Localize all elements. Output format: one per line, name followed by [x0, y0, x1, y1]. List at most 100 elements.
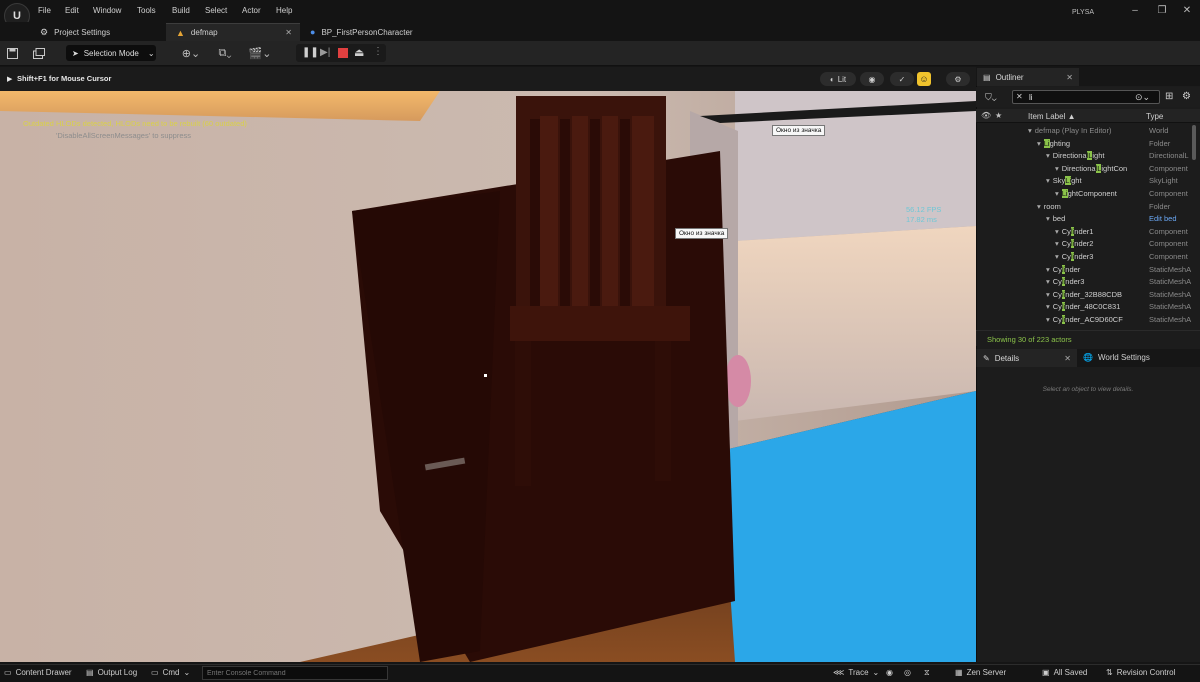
- outliner-row[interactable]: ▾ Cylinder_32B88CDB StaticMeshA: [978, 289, 1192, 302]
- content-drawer-button[interactable]: ▭ Content Drawer: [4, 668, 72, 677]
- menu-file[interactable]: File: [38, 6, 51, 15]
- pause-icon[interactable]: ❚❚: [302, 47, 319, 58]
- tree-node-icon: ▾: [1055, 163, 1059, 173]
- menu-window[interactable]: Window: [93, 6, 121, 15]
- tab-bp-firstpersoncharacter[interactable]: ● BP_FirstPersonCharacter: [300, 23, 460, 41]
- save-icon[interactable]: [5, 46, 19, 60]
- outliner-row[interactable]: ▾ defmap (Play In Editor) World: [978, 125, 1192, 138]
- add-content-icon[interactable]: ⊕⌄: [180, 46, 202, 60]
- tab-project-settings[interactable]: ⚙ Project Settings: [30, 23, 164, 41]
- visibility-column-icon[interactable]: 👁: [981, 111, 991, 120]
- outliner-row[interactable]: ▾ bed Edit bed: [978, 213, 1192, 226]
- viewport-settings-dropdown[interactable]: ⚙: [946, 72, 970, 86]
- eject-icon[interactable]: ⏏: [354, 46, 364, 59]
- lit-icon: ◐: [829, 74, 835, 84]
- row-label: ▾ Cylinder3: [1055, 252, 1093, 261]
- column-type[interactable]: Type: [1146, 112, 1163, 121]
- cmd-dropdown[interactable]: ▭ Cmd ⌄: [151, 668, 190, 677]
- more-icon[interactable]: ⋮: [373, 46, 383, 57]
- zen-server-button[interactable]: ▦ Zen Server: [955, 668, 1006, 677]
- outliner-row[interactable]: ▾ Cylinder_AC9D60CF StaticMeshA: [978, 314, 1192, 327]
- preview-icon[interactable]: ☺: [917, 72, 931, 86]
- add-folder-icon[interactable]: ⊞: [1165, 91, 1173, 102]
- step-icon[interactable]: ▶|: [320, 47, 330, 58]
- search-options-icon[interactable]: ⊙⌄: [1135, 92, 1150, 103]
- revision-control-button[interactable]: ⇅ Revision Control: [1106, 668, 1175, 677]
- row-type: Folder: [1149, 201, 1171, 211]
- menu-edit[interactable]: Edit: [65, 6, 79, 15]
- tree-node-icon: ▾: [1046, 264, 1050, 274]
- console-command-input[interactable]: [202, 666, 388, 680]
- frame-time-value: 17.82 ms: [906, 215, 937, 224]
- outliner-row[interactable]: ▾ Cylinder3 StaticMeshA: [978, 276, 1192, 289]
- row-type[interactable]: Edit bed: [1149, 214, 1192, 223]
- outliner-row[interactable]: ▾ SkyLight SkyLight: [978, 175, 1192, 188]
- menu-build[interactable]: Build: [172, 6, 190, 15]
- menu-actor[interactable]: Actor: [242, 6, 261, 15]
- hourglass-icon[interactable]: ⧖: [924, 668, 930, 678]
- menu-help[interactable]: Help: [276, 6, 292, 15]
- row-label: ▾ Cylinder1: [1055, 226, 1094, 236]
- outliner-row[interactable]: ▾ Cylinder3 Component: [978, 251, 1192, 264]
- restore-icon[interactable]: ❐: [1155, 4, 1169, 18]
- blueprints-icon[interactable]: ⧉⌄: [213, 46, 237, 60]
- outliner-row[interactable]: ▾ DirectionalLightCon Component: [978, 163, 1192, 176]
- show-flags-dropdown[interactable]: ◉: [860, 72, 884, 86]
- tooltip: Окно из значка: [675, 228, 729, 239]
- gear-icon: ⚙: [954, 74, 962, 84]
- row-label: ▾ Cylinder_AC9D60CF: [1046, 315, 1123, 324]
- all-saved-button[interactable]: ▣ All Saved: [1042, 668, 1087, 677]
- tab-world-settings[interactable]: 🌐 World Settings: [1083, 353, 1150, 362]
- tab-defmap[interactable]: ▲ defmap ✕: [166, 23, 300, 41]
- output-log-button[interactable]: ▤ Output Log: [86, 668, 137, 677]
- row-label-text: Sky: [1052, 176, 1066, 186]
- minimize-icon[interactable]: –: [1128, 4, 1142, 18]
- row-label: ▾ SkyLight: [1046, 176, 1082, 186]
- tab-label: defmap: [190, 28, 218, 37]
- outliner-row[interactable]: ▾ Cylinder_48C0C831 StaticMeshA: [978, 301, 1192, 314]
- outliner-row[interactable]: ▾ Cylinder StaticMeshA: [978, 264, 1192, 277]
- outliner-row[interactable]: ▾ Lighting Folder: [978, 138, 1192, 151]
- outliner-row[interactable]: ▾ DirectionalLight DirectionalL: [978, 150, 1192, 163]
- level-viewport[interactable]: [0, 91, 976, 662]
- cinematics-icon[interactable]: 🎬⌄: [248, 46, 272, 60]
- selection-mode-dropdown[interactable]: ➤ Selection Mode ⌄: [66, 45, 156, 61]
- menu-tools[interactable]: Tools: [137, 6, 156, 15]
- column-item-label[interactable]: Item Label ▲: [1028, 112, 1076, 121]
- outliner-row[interactable]: ▾ room Folder: [978, 201, 1192, 214]
- browse-icon[interactable]: [32, 46, 46, 60]
- row-label: ▾ DirectionalLight: [1046, 151, 1104, 161]
- pin-column-icon[interactable]: ★: [995, 111, 1002, 120]
- view-mode-label: Lit: [837, 74, 847, 84]
- pencil-icon: ✎: [983, 353, 990, 363]
- outliner-row[interactable]: ▾ Cylinder2 Component: [978, 238, 1192, 251]
- close-tab-icon[interactable]: ✕: [285, 28, 292, 37]
- trace-dropdown[interactable]: ⋘ Trace ⌄: [833, 668, 879, 677]
- close-icon[interactable]: ✕: [1180, 4, 1194, 18]
- details-empty-message: Select an object to view details.: [1042, 386, 1134, 393]
- outliner-row[interactable]: ▾ LightComponent Component: [978, 188, 1192, 201]
- menu-select[interactable]: Select: [205, 6, 227, 15]
- row-label-text: Cy: [1052, 277, 1062, 287]
- gear-icon[interactable]: ⚙: [1182, 91, 1191, 102]
- outliner-search-input[interactable]: ✕ li ⊙⌄: [1012, 90, 1160, 104]
- tab-details[interactable]: ✎ Details ✕: [977, 349, 1077, 367]
- row-label-text: nder_AC9D60CF: [1065, 315, 1123, 324]
- tree-node-icon: ▾: [1046, 277, 1050, 287]
- row-label-text: nder1: [1074, 226, 1094, 236]
- clear-search-icon[interactable]: ✕: [1016, 92, 1023, 101]
- close-icon[interactable]: ✕: [1066, 73, 1073, 82]
- outliner-row[interactable]: ▾ Cylinder1 Component: [978, 226, 1192, 239]
- mouse-cursor-hint: Shift+F1 for Mouse Cursor: [17, 74, 112, 83]
- view-mode-dropdown[interactable]: ◐ Lit: [820, 72, 856, 86]
- record-icon[interactable]: ◉: [886, 668, 893, 677]
- play-controls: ❚❚ ▶| ⏏ ⋮: [296, 44, 386, 62]
- stop-icon[interactable]: [338, 48, 348, 58]
- filter-icon[interactable]: ⛉⌄: [985, 92, 997, 103]
- close-icon[interactable]: ✕: [1064, 354, 1071, 363]
- eye-icon: ◉: [868, 74, 876, 84]
- realtime-toggle[interactable]: ✓: [890, 72, 914, 86]
- outliner-scrollbar[interactable]: [1192, 125, 1196, 160]
- camera-icon[interactable]: ◎: [904, 668, 911, 677]
- tab-outliner[interactable]: ▤ Outliner ✕: [977, 68, 1079, 86]
